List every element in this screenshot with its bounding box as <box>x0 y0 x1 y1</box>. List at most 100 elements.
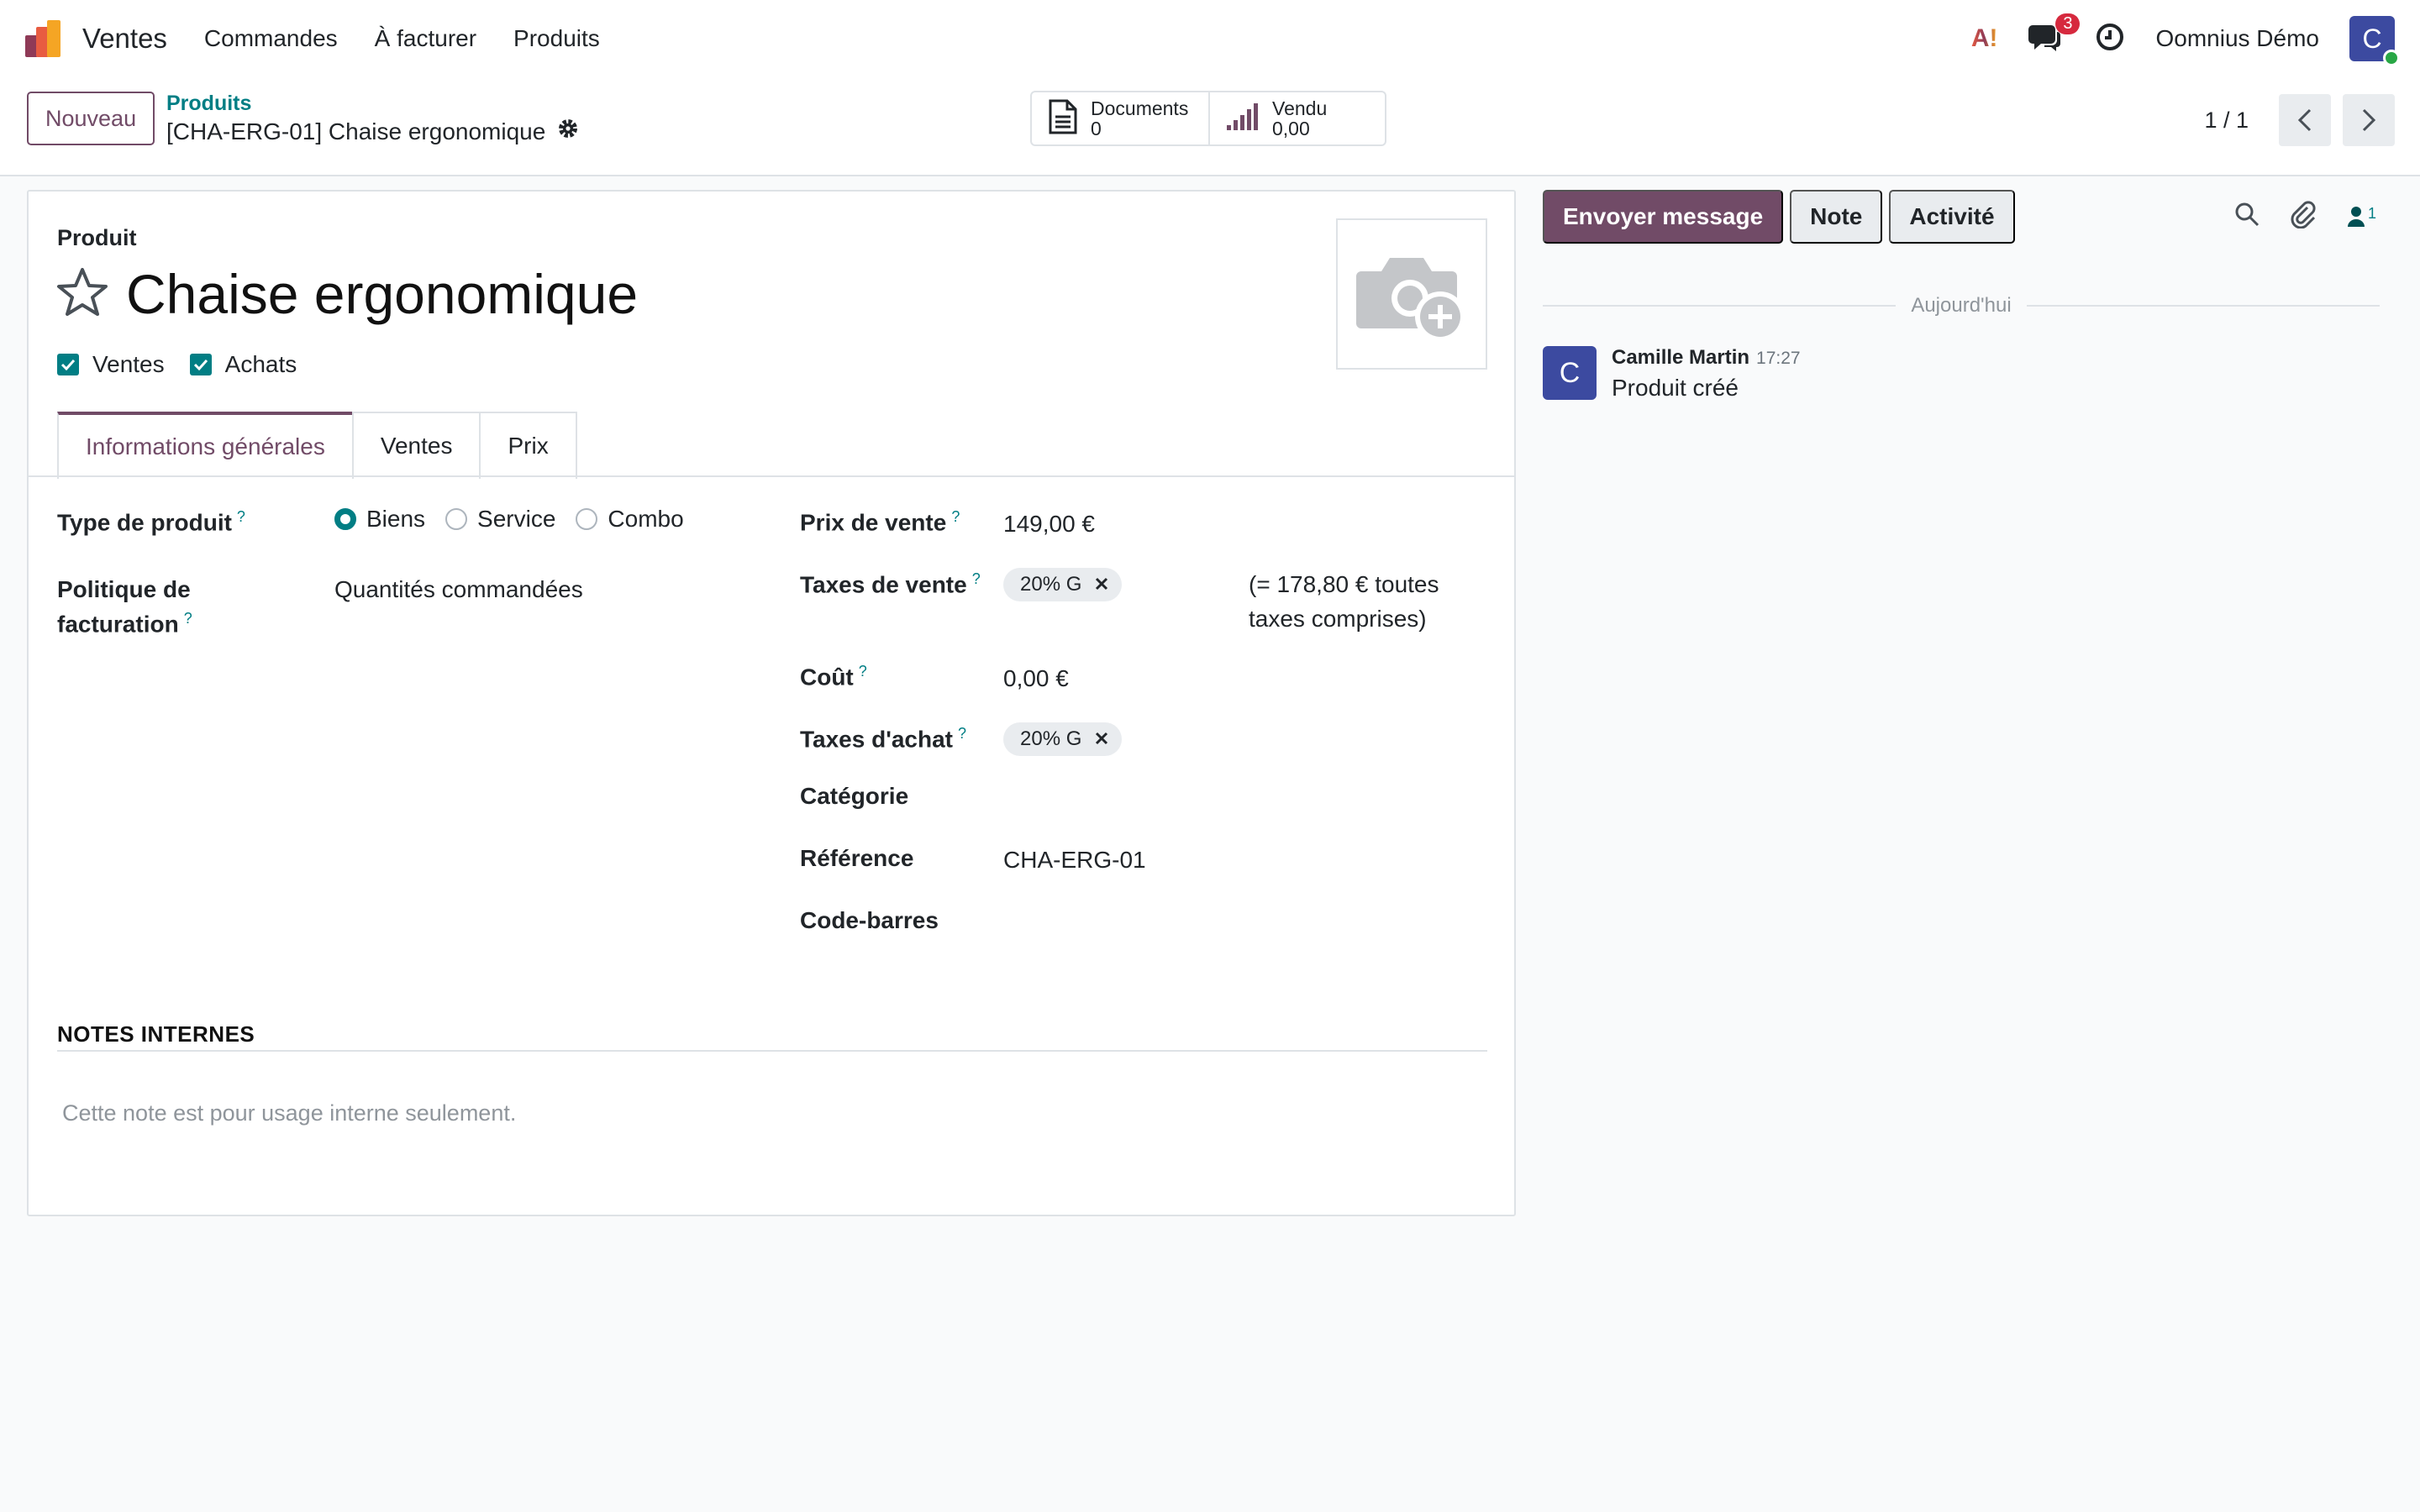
new-button[interactable]: Nouveau <box>27 92 155 145</box>
message-author: Camille Martin 17:27 <box>1612 346 1801 369</box>
breadcrumb-current: [CHA-ERG-01] Chaise ergonomique <box>166 118 579 145</box>
internal-notes-input[interactable]: Cette note est pour usage interne seulem… <box>62 1100 516 1126</box>
follower-count: 1 <box>2367 204 2376 222</box>
tab-price[interactable]: Prix <box>479 412 577 479</box>
user-avatar[interactable]: C <box>2349 16 2400 66</box>
documents-label: Documents <box>1091 97 1189 119</box>
reference-label: Référence <box>800 845 914 871</box>
sale-tax-tag[interactable]: 20% G <box>1003 568 1123 601</box>
product-type-radio-group: Biens Service Combo <box>334 506 684 533</box>
breadcrumb: Produits [CHA-ERG-01] Chaise ergonomique <box>166 92 579 145</box>
cost-label: Coût? <box>800 663 867 690</box>
help-icon[interactable]: ? <box>972 570 981 587</box>
barcode-label: Code-barres <box>800 907 939 933</box>
star-favorite-icon[interactable] <box>55 266 109 323</box>
notification-badge: 3 <box>2055 13 2081 34</box>
sale-price-input[interactable]: 149,00 € <box>1003 507 1095 542</box>
ai-icon[interactable]: A! <box>1971 24 1998 53</box>
camera-add-icon <box>1356 258 1465 342</box>
sale-price-label: Prix de vente? <box>800 508 960 536</box>
help-icon[interactable]: ? <box>958 725 966 742</box>
bar-chart-icon <box>1225 102 1260 136</box>
chevron-right-icon <box>2362 108 2376 132</box>
sales-app-icon[interactable] <box>25 20 62 57</box>
help-icon[interactable]: ? <box>237 508 245 525</box>
clock-icon[interactable] <box>2095 22 2125 56</box>
menu-item-to-invoice[interactable]: À facturer <box>375 25 476 52</box>
paperclip-icon[interactable] <box>2289 200 2317 233</box>
sale-taxes-label: Taxes de vente? <box>800 570 981 598</box>
breadcrumb-products-link[interactable]: Produits <box>166 92 579 116</box>
documents-count: 0 <box>1091 118 1102 139</box>
pager-value[interactable]: 1 / 1 <box>2204 108 2249 134</box>
barcode-input[interactable] <box>1003 904 1457 937</box>
messaging-icon[interactable]: 3 <box>2028 13 2081 55</box>
date-separator: Aujourd'hui <box>1543 294 2380 318</box>
form-sheet: Produit Chaise ergonomique Ventes Achats… <box>27 190 1516 1216</box>
menu-item-products[interactable]: Produits <box>513 25 600 52</box>
internal-notes-divider <box>57 1050 1487 1052</box>
category-input[interactable] <box>1003 780 1457 813</box>
documents-smart-button[interactable]: Documents 0 <box>1032 92 1208 144</box>
user-name[interactable]: Oomnius Démo <box>2155 25 2319 52</box>
tab-sales[interactable]: Ventes <box>351 412 481 479</box>
tab-divider <box>29 475 1514 477</box>
log-note-button[interactable]: Note <box>1790 190 1883 244</box>
tab-general-information[interactable]: Informations générales <box>57 412 354 479</box>
checkmark-icon <box>57 354 79 375</box>
purchase-tax-tag-label: 20% G <box>1020 727 1082 750</box>
remove-tag-icon[interactable] <box>1095 727 1108 751</box>
can-be-sold-label: Ventes <box>92 351 165 377</box>
search-icon[interactable] <box>2233 201 2260 232</box>
activity-button[interactable]: Activité <box>1889 190 2015 244</box>
main-menu: Commandes À facturer Produits <box>204 25 600 52</box>
followers-button[interactable]: 1 <box>2346 205 2376 228</box>
sold-label: Vendu <box>1272 97 1328 119</box>
purchase-taxes-label: Taxes d'achat? <box>800 725 967 753</box>
product-name[interactable]: Chaise ergonomique <box>126 262 638 326</box>
top-navbar: Ventes Commandes À facturer Produits A! … <box>0 0 2420 77</box>
help-icon[interactable]: ? <box>859 663 867 680</box>
cost-input[interactable]: 0,00 € <box>1003 662 1069 696</box>
invoice-policy-select[interactable]: Quantités commandées <box>334 573 583 607</box>
reference-input[interactable]: CHA-ERG-01 <box>1003 843 1146 878</box>
sold-smart-button[interactable]: Vendu 0,00 <box>1208 92 1385 144</box>
message-avatar[interactable]: C <box>1543 346 1597 400</box>
date-separator-label: Aujourd'hui <box>1911 294 2012 317</box>
chatter-toolbar: Envoyer message Note Activité <box>1543 190 2015 244</box>
remove-tag-icon[interactable] <box>1095 573 1108 596</box>
message-body: Produit créé <box>1612 375 1739 401</box>
chatter-message: C Camille Martin 17:27 Produit créé <box>1543 346 1801 402</box>
radio-service[interactable]: Service <box>445 506 555 533</box>
checkmark-icon <box>189 354 212 375</box>
purchase-tax-tag[interactable]: 20% G <box>1003 722 1123 756</box>
online-status-icon <box>2383 50 2400 66</box>
category-label: Catégorie <box>800 783 909 809</box>
internal-notes-title: NOTES INTERNES <box>57 1021 255 1047</box>
pager: 1 / 1 <box>2204 94 2395 146</box>
smart-buttons: Documents 0 Vendu 0,00 <box>1030 91 1386 146</box>
send-message-button[interactable]: Envoyer message <box>1543 190 1784 244</box>
document-icon <box>1047 98 1079 139</box>
product-image-upload[interactable] <box>1336 218 1487 370</box>
pager-next-button[interactable] <box>2343 94 2395 146</box>
product-label: Produit <box>57 225 137 250</box>
sold-value: 0,00 <box>1272 118 1310 139</box>
notebook-tabs: Informations générales Ventes Prix <box>57 412 577 479</box>
gear-icon[interactable] <box>557 118 579 145</box>
user-initial: C <box>2362 23 2382 54</box>
control-panel: Nouveau Produits [CHA-ERG-01] Chaise erg… <box>0 77 2420 176</box>
breadcrumb-current-label: [CHA-ERG-01] Chaise ergonomique <box>166 118 546 144</box>
radio-goods[interactable]: Biens <box>334 506 425 533</box>
menu-item-orders[interactable]: Commandes <box>204 25 338 52</box>
radio-combo[interactable]: Combo <box>576 506 684 533</box>
can-be-sold-checkbox[interactable]: Ventes <box>57 351 165 378</box>
chatter-icons: 1 <box>2233 200 2376 233</box>
invoice-policy-label: Politique de facturation? <box>57 576 192 637</box>
help-icon[interactable]: ? <box>951 508 960 525</box>
user-icon <box>2347 206 2365 227</box>
pager-previous-button[interactable] <box>2279 94 2331 146</box>
can-be-purchased-checkbox[interactable]: Achats <box>189 351 297 378</box>
help-icon[interactable]: ? <box>184 610 192 627</box>
app-name[interactable]: Ventes <box>82 23 167 55</box>
